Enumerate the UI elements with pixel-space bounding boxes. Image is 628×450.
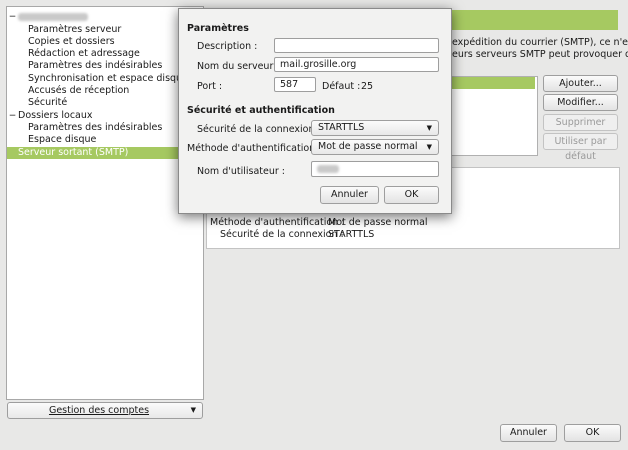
footer-cancel-label: Annuler xyxy=(510,427,547,438)
username-value xyxy=(317,162,339,176)
tree-account-item[interactable]: − xyxy=(7,11,203,23)
tree-setting-item[interactable]: Paramètres des indésirables xyxy=(7,60,203,72)
smtp-server-selected-row[interactable] xyxy=(439,77,535,89)
account-header-bar xyxy=(430,10,618,30)
tree-item-label: Synchronisation et espace disque xyxy=(28,73,188,84)
tree-item-label: Sécurité xyxy=(28,97,68,108)
port-label: Port : xyxy=(197,81,223,92)
footer-ok-label: OK xyxy=(585,427,600,438)
tree-setting-item[interactable]: Paramètres serveur xyxy=(7,24,203,36)
section-params-heading: Paramètres xyxy=(187,23,249,34)
server-name-value: mail.grosille.org xyxy=(280,59,357,70)
add-smtp-button[interactable]: Ajouter... xyxy=(543,75,618,92)
chevron-down-icon: ▼ xyxy=(190,406,196,414)
account-actions-dropdown[interactable]: Gestion des comptes ▼ xyxy=(7,402,203,419)
port-value: 587 xyxy=(280,79,299,90)
tree-setting-item[interactable]: Synchronisation et espace disque xyxy=(7,73,203,85)
edit-smtp-button[interactable]: Modifier... xyxy=(543,94,618,111)
tree-setting-item[interactable]: Sécurité xyxy=(7,97,203,109)
server-name-label: Nom du serveur : xyxy=(197,61,280,72)
dialog-ok-button[interactable]: OK xyxy=(384,186,439,204)
smtp-intro-line1: expédition du courrier (SMTP), ce n'est xyxy=(452,37,628,48)
dialog-ok-label: OK xyxy=(404,189,419,200)
connection-security-label: Sécurité de la connexion : xyxy=(197,124,321,135)
tree-setting-item[interactable]: Paramètres des indésirables xyxy=(7,122,203,134)
detail-auth-value: Mot de passe normal xyxy=(328,217,428,228)
port-input[interactable]: 587 xyxy=(274,77,316,92)
detail-security-value: STARTTLS xyxy=(328,229,375,240)
connection-security-value: STARTTLS xyxy=(318,122,365,133)
tree-account-item[interactable]: − Dossiers locaux xyxy=(7,110,203,122)
edit-smtp-label: Modifier... xyxy=(557,97,604,108)
auth-method-value: Mot de passe normal xyxy=(318,141,418,152)
smtp-intro-line2: eurs serveurs SMTP peut provoquer des xyxy=(452,49,628,60)
username-input[interactable] xyxy=(311,161,439,177)
tree-setting-item[interactable]: Accusés de réception xyxy=(7,85,203,97)
username-label: Nom d'utilisateur : xyxy=(197,166,285,177)
set-default-smtp-button[interactable]: Utiliser par défaut xyxy=(543,133,618,162)
chevron-down-icon: ▼ xyxy=(426,124,432,132)
tree-item-label: Dossiers locaux xyxy=(18,110,93,121)
detail-security-key: Sécurité de la connexion : xyxy=(220,229,344,240)
set-default-smtp-label: Utiliser par défaut xyxy=(554,136,607,162)
port-default-value: 25 xyxy=(361,81,374,92)
account-actions-label: Gestion des comptes xyxy=(48,405,150,416)
detail-auth-key: Méthode d'authentification : xyxy=(210,217,345,228)
tree-item-label: Copies et dossiers xyxy=(28,36,115,47)
smtp-server-dialog: Paramètres Description : Nom du serveur … xyxy=(178,8,452,214)
dialog-cancel-button[interactable]: Annuler xyxy=(320,186,379,204)
redacted-account-name xyxy=(18,12,88,21)
collapse-toggle-icon[interactable]: − xyxy=(8,110,17,122)
remove-smtp-button[interactable]: Supprimer xyxy=(543,114,618,131)
remove-smtp-label: Supprimer xyxy=(555,117,606,128)
tree-item-label: Paramètres serveur xyxy=(28,24,122,35)
tree-setting-item[interactable]: Copies et dossiers xyxy=(7,36,203,48)
footer-cancel-button[interactable]: Annuler xyxy=(500,424,557,442)
tree-account-item[interactable]: Serveur sortant (SMTP) xyxy=(7,147,203,159)
tree-item-label: Serveur sortant (SMTP) xyxy=(18,147,129,158)
port-default-label: Défaut : xyxy=(322,81,361,92)
tree-setting-item[interactable]: Rédaction et adressage xyxy=(7,48,203,60)
auth-method-label: Méthode d'authentification : xyxy=(187,143,322,154)
tree-item-label: Espace disque xyxy=(28,134,97,145)
description-input[interactable] xyxy=(274,38,439,53)
auth-method-select[interactable]: Mot de passe normal ▼ xyxy=(311,139,439,155)
account-tree[interactable]: − Paramètres serveur Copies et dossiers Réd… xyxy=(6,6,204,400)
tree-item-label: Paramètres des indésirables xyxy=(28,122,163,133)
add-smtp-label: Ajouter... xyxy=(559,78,602,89)
tree-item-label: Rédaction et adressage xyxy=(28,48,140,59)
server-name-input[interactable]: mail.grosille.org xyxy=(274,57,439,72)
footer-ok-button[interactable]: OK xyxy=(564,424,621,442)
connection-security-select[interactable]: STARTTLS ▼ xyxy=(311,120,439,136)
chevron-down-icon: ▼ xyxy=(426,143,432,151)
dialog-cancel-label: Annuler xyxy=(331,189,368,200)
collapse-toggle-icon[interactable]: − xyxy=(8,11,17,23)
description-label: Description : xyxy=(197,41,258,52)
section-security-heading: Sécurité et authentification xyxy=(187,105,335,116)
tree-item-label xyxy=(18,11,88,23)
tree-setting-item[interactable]: Espace disque xyxy=(7,134,203,146)
tree-item-label: Accusés de réception xyxy=(28,85,130,96)
tree-item-label: Paramètres des indésirables xyxy=(28,60,163,71)
